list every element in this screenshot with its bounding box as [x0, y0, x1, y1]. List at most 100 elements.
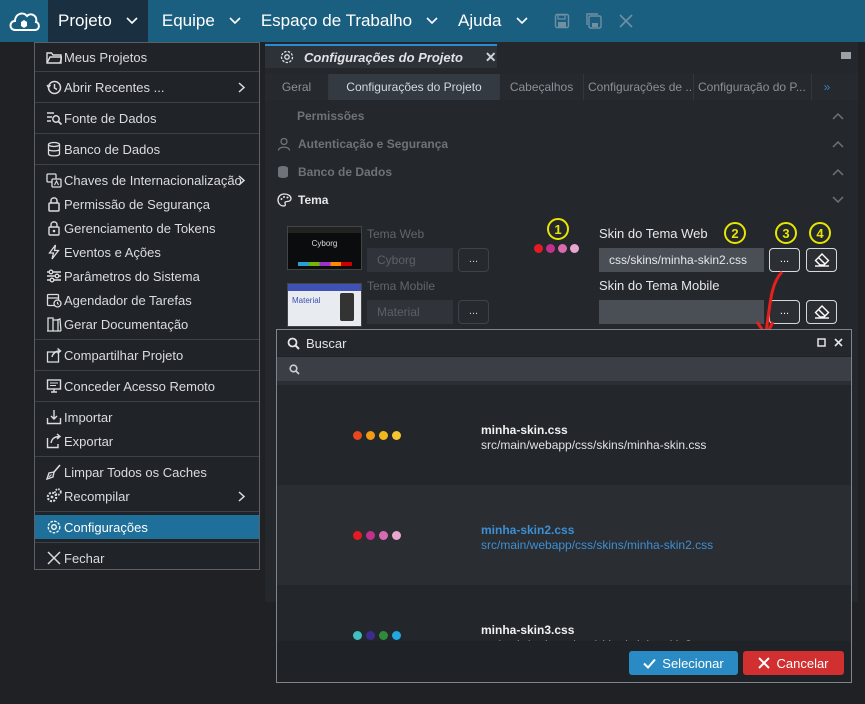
menu-projeto[interactable]: Projeto	[48, 0, 148, 42]
tab-project-settings[interactable]: Configurações do Projeto ✕	[265, 44, 497, 68]
section-title: Autenticação e Segurança	[298, 137, 449, 151]
projeto-dropdown-menu: Meus Projetos Abrir Recentes ... Fonte de …	[34, 42, 260, 570]
result-item[interactable]: minha-skin3.csssrc/main/webapp/css/skins…	[277, 585, 851, 641]
menu-item-label: Importar	[64, 409, 113, 425]
menu-item-label: Configurações	[64, 519, 148, 535]
menu-item-share-project[interactable]: Compartilhar Projeto	[35, 343, 259, 367]
chevron-down-icon	[832, 196, 844, 204]
menu-item-label: Exportar	[64, 433, 114, 449]
menu-item-data-source[interactable]: Fonte de Dados	[35, 106, 259, 130]
search-input[interactable]	[277, 357, 851, 381]
tab-title: Configurações do Projeto	[304, 49, 463, 65]
subtab-label: Geral	[281, 80, 312, 94]
menu-separator	[35, 102, 259, 103]
menu-item-events-actions[interactable]: Eventos e Ações	[35, 240, 259, 264]
marker-3: 3	[775, 222, 797, 244]
menu-item-generate-docs[interactable]: Gerar Documentação	[35, 312, 259, 336]
subtab-project-settings[interactable]: Configurações do Projeto	[329, 74, 500, 100]
maximize-icon[interactable]	[817, 338, 826, 347]
menu-item-label: Limpar Todos os Caches	[64, 464, 207, 480]
folder-open-icon	[45, 48, 63, 66]
chevron-down-icon	[426, 17, 438, 25]
menu-item-label: Fonte de Dados	[64, 110, 157, 126]
subtab-label: Configurações do Projeto	[346, 80, 482, 94]
subtab-label: Cabeçalhos	[509, 80, 574, 94]
calendar-clock-icon	[45, 291, 63, 309]
menu-equipe[interactable]: Equipe	[152, 0, 251, 42]
menu-item-system-parameters[interactable]: Parâmetros do Sistema	[35, 264, 259, 288]
skin-mobile-clear-button[interactable]	[806, 300, 837, 324]
result-item[interactable]: minha-skin.css src/main/webapp/css/skins/…	[277, 385, 851, 485]
menu-espaco-de-trabalho[interactable]: Espaço de Trabalho	[251, 0, 448, 42]
select-button[interactable]: Selecionar	[629, 651, 738, 675]
web-theme-label: Tema Web	[367, 227, 425, 241]
color-dot	[379, 531, 388, 540]
subtab-configuration-more[interactable]: Configuração do P...	[694, 74, 812, 100]
subtab-geral[interactable]: Geral	[265, 74, 329, 100]
menu-item-task-scheduler[interactable]: Agendador de Tarefas	[35, 288, 259, 312]
section-theme[interactable]: Tema	[275, 188, 850, 212]
subtab-headers[interactable]: Cabeçalhos	[500, 74, 584, 100]
subtab-overflow[interactable]: »	[812, 74, 842, 100]
token-icon	[45, 219, 63, 237]
menu-item-label: Gerar Documentação	[64, 316, 189, 332]
menu-item-close[interactable]: Fechar	[35, 546, 259, 570]
color-dot	[379, 431, 388, 440]
skin-color-preview	[353, 531, 405, 540]
lock-icon	[45, 195, 63, 213]
close-icon[interactable]	[834, 338, 843, 347]
chevron-right-icon	[238, 81, 245, 93]
result-item[interactable]: minha-skin2.css src/main/webapp/css/skins…	[277, 485, 851, 585]
menu-item-settings[interactable]: Configurações	[35, 515, 259, 539]
save-all-icon[interactable]	[578, 0, 610, 42]
settings-subtabs: Geral Configurações do Projeto Cabeçalho…	[265, 74, 858, 100]
menu-item-token-management[interactable]: Gerenciamento de Tokens	[35, 216, 259, 240]
menu-item-recompile[interactable]: Recompilar	[35, 484, 259, 508]
color-dot	[353, 431, 362, 440]
menu-separator	[35, 164, 259, 165]
menu-item-export[interactable]: Exportar	[35, 429, 259, 453]
close-icon[interactable]	[610, 0, 642, 42]
tab-close-icon[interactable]: ✕	[485, 49, 497, 66]
subtab-settings-more[interactable]: Configurações de ...	[584, 74, 694, 100]
web-theme-field[interactable]: Cyborg	[367, 248, 453, 272]
web-theme-browse-button[interactable]: ...	[458, 248, 489, 272]
mobile-theme-thumbnail: Material	[287, 283, 362, 327]
menu-item-label: Compartilhar Projeto	[64, 347, 184, 363]
menu-item-database[interactable]: Banco de Dados	[35, 137, 259, 161]
skin-mobile-label: Skin do Tema Mobile	[599, 278, 720, 293]
menu-item-security-permission[interactable]: Permissão de Segurança	[35, 192, 259, 216]
subtab-label: »	[823, 80, 831, 94]
menu-item-i18n-keys[interactable]: Chaves de Internacionalização	[35, 168, 259, 192]
menu-ajuda[interactable]: Ajuda	[448, 0, 537, 42]
menu-item-label: Chaves de Internacionalização	[64, 172, 242, 188]
chevron-up-icon	[832, 140, 844, 148]
results-divider	[277, 381, 851, 385]
menu-item-open-recent[interactable]: Abrir Recentes ...	[35, 75, 259, 99]
cloud-logo-icon[interactable]	[0, 0, 48, 42]
panel-menu-icon[interactable]	[840, 50, 852, 60]
section-database[interactable]: Banco de Dados	[275, 160, 850, 184]
mobile-theme-browse-button[interactable]: ...	[458, 300, 489, 324]
menu-item-label: Permissão de Segurança	[64, 196, 210, 212]
menu-label: Ajuda	[458, 11, 502, 30]
marker-2: 2	[724, 222, 746, 244]
palette-color-dot	[558, 244, 567, 253]
palette-color-dot	[534, 244, 543, 253]
menu-separator	[35, 339, 259, 340]
subtab-label: Configurações de ...	[588, 80, 694, 94]
mobile-theme-field[interactable]: Material	[367, 300, 453, 324]
result-path: src/main/webapp/css/skins/minha-skin.css	[481, 438, 707, 452]
menu-separator	[35, 456, 259, 457]
skin-web-clear-button[interactable]	[806, 248, 837, 272]
menu-item-import[interactable]: Importar	[35, 405, 259, 429]
translate-icon	[45, 171, 63, 189]
cancel-button[interactable]: Cancelar	[743, 651, 844, 675]
save-icon[interactable]	[546, 0, 578, 42]
section-permissions[interactable]: Permissões	[275, 104, 850, 128]
marker-1: 1	[547, 218, 569, 240]
menu-item-clear-caches[interactable]: Limpar Todos os Caches	[35, 460, 259, 484]
menu-item-remote-access[interactable]: Conceder Acesso Remoto	[35, 374, 259, 398]
section-auth[interactable]: Autenticação e Segurança	[275, 132, 850, 156]
menu-item-my-projects[interactable]: Meus Projetos	[35, 45, 259, 69]
